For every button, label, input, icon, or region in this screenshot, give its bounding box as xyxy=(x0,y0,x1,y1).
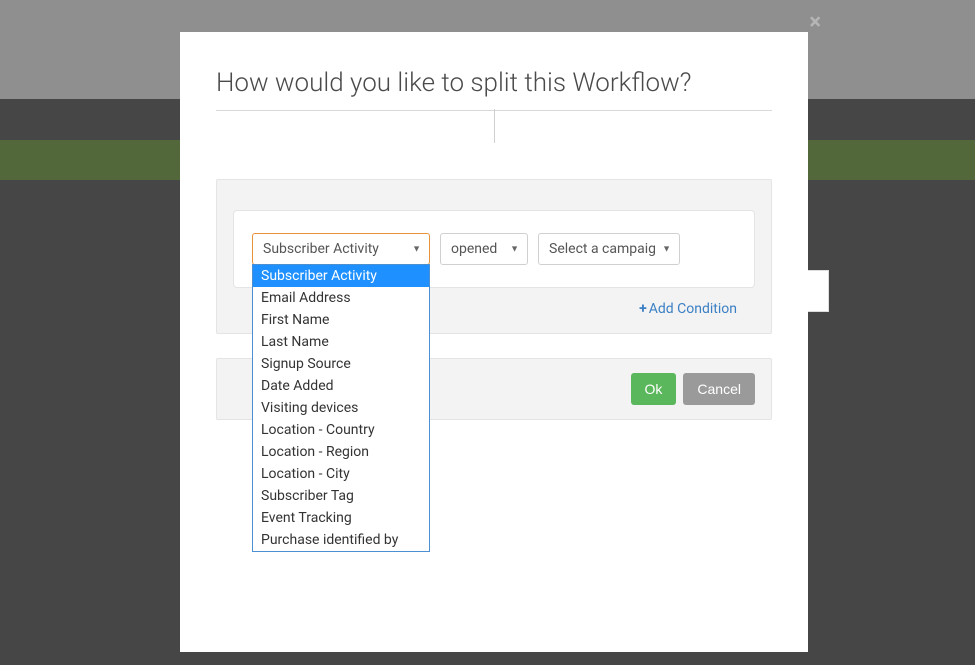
field-select[interactable]: Subscriber Activity ▼ xyxy=(252,233,430,265)
field-select-value: Subscriber Activity xyxy=(263,241,379,257)
plus-icon: + xyxy=(639,301,647,317)
dropdown-option[interactable]: First Name xyxy=(253,309,429,331)
dropdown-option[interactable]: Event Tracking xyxy=(253,507,429,529)
condition-row: Subscriber Activity ▼ opened ▼ Select a … xyxy=(233,210,755,288)
operator-select-value: opened xyxy=(451,241,497,257)
title-divider xyxy=(216,110,772,143)
conditions-panel: Subscriber Activity ▼ opened ▼ Select a … xyxy=(216,179,772,334)
dropdown-option[interactable]: Purchase identified by xyxy=(253,529,429,551)
campaign-select[interactable]: Select a campaign ▼ xyxy=(538,233,680,265)
ok-button[interactable]: Ok xyxy=(631,373,677,405)
dropdown-option[interactable]: Visiting devices xyxy=(253,397,429,419)
operator-select[interactable]: opened ▼ xyxy=(440,233,528,265)
caret-down-icon: ▼ xyxy=(412,244,421,255)
campaign-select-value: Select a campaign xyxy=(549,241,655,257)
dropdown-option[interactable]: Date Added xyxy=(253,375,429,397)
close-icon[interactable]: × xyxy=(809,10,821,35)
modal-title: How would you like to split this Workflo… xyxy=(216,68,772,98)
dropdown-option[interactable]: Location - Country xyxy=(253,419,429,441)
dropdown-option[interactable]: Signup Source xyxy=(253,353,429,375)
dropdown-option[interactable]: Subscriber Activity xyxy=(253,265,429,287)
add-condition-label: Add Condition xyxy=(649,301,737,317)
dropdown-option[interactable]: Subscriber Tag xyxy=(253,485,429,507)
caret-down-icon: ▼ xyxy=(662,244,671,255)
split-workflow-modal: How would you like to split this Workflo… xyxy=(180,32,808,652)
add-condition-link[interactable]: +Add Condition xyxy=(639,301,737,317)
field-select-dropdown: Subscriber ActivityEmail AddressFirst Na… xyxy=(252,264,430,552)
dropdown-option[interactable]: Last Name xyxy=(253,331,429,353)
dropdown-option[interactable]: Location - City xyxy=(253,463,429,485)
dropdown-option[interactable]: Location - Region xyxy=(253,441,429,463)
cancel-button[interactable]: Cancel xyxy=(683,373,755,405)
caret-down-icon: ▼ xyxy=(510,244,519,255)
dropdown-option[interactable]: Email Address xyxy=(253,287,429,309)
